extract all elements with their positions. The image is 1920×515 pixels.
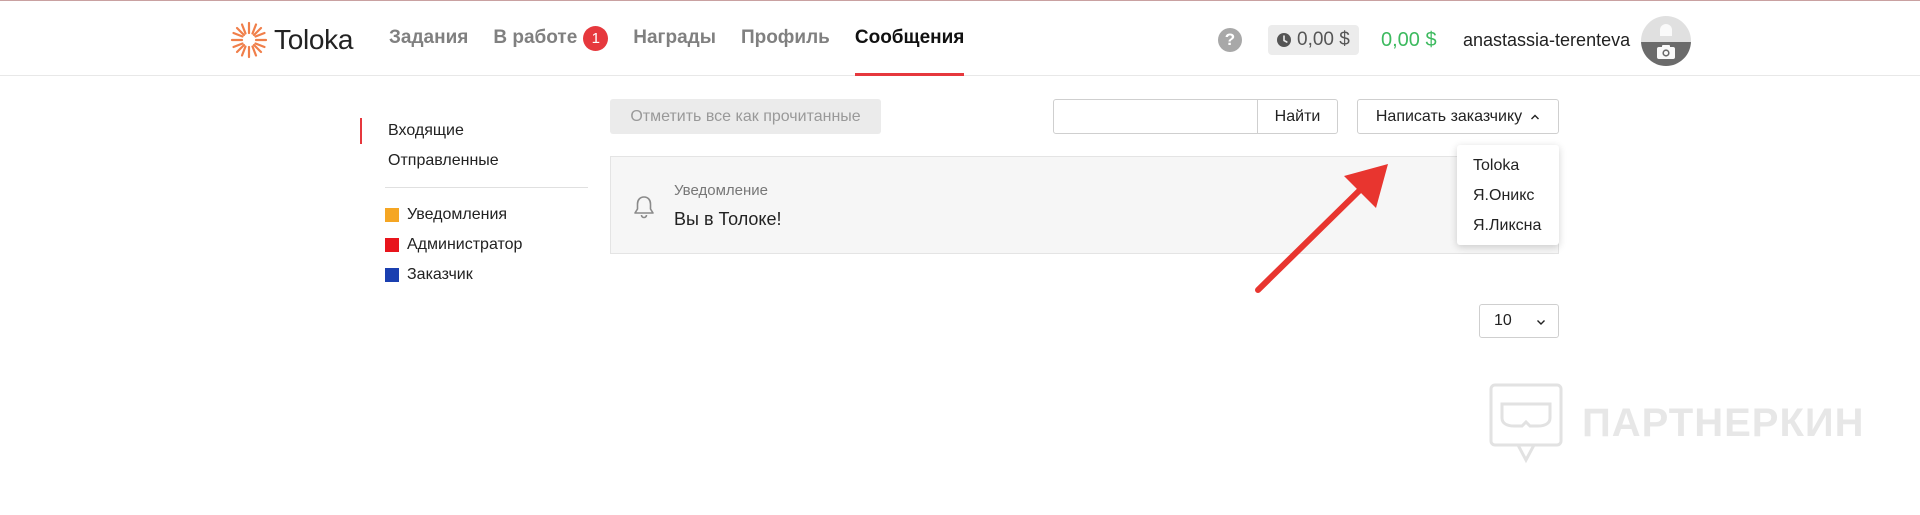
category-color-swatch — [385, 268, 399, 282]
pending-balance[interactable]: 0,00 $ — [1268, 25, 1359, 55]
sidebar-category-administrator[interactable]: Администратор — [360, 230, 588, 260]
sidebar-category-requester[interactable]: Заказчик — [360, 260, 588, 290]
nav-item-profile[interactable]: Профиль — [741, 1, 830, 75]
sidebar-item-label: Отправленные — [388, 152, 499, 169]
mark-all-read-button[interactable]: Отметить все как прочитанные — [610, 99, 881, 134]
help-icon[interactable]: ? — [1218, 28, 1242, 52]
watermark-logo-icon — [1489, 383, 1563, 464]
category-color-swatch — [385, 208, 399, 222]
category-label: Уведомления — [407, 206, 508, 223]
username[interactable]: anastassia-terenteva — [1463, 25, 1630, 55]
watermark: ПАРТНЕРКИН — [1488, 382, 1865, 464]
in-progress-count-badge: 1 — [583, 25, 609, 51]
search-input[interactable] — [1053, 99, 1277, 134]
nav-item-rewards[interactable]: Награды — [633, 1, 716, 75]
chevron-up-icon — [1531, 114, 1540, 119]
camera-icon — [1657, 24, 1675, 59]
message-type: Уведомление — [674, 182, 769, 199]
main-nav: Задания В работе 1 Награды Профиль Сообщ… — [389, 1, 989, 76]
avatar[interactable] — [1641, 16, 1691, 66]
sidebar-category-notifications[interactable]: Уведомления — [360, 200, 588, 230]
category-color-swatch — [385, 238, 399, 252]
message-sidebar: Входящие Отправленные Уведомления Админи… — [360, 116, 588, 290]
watermark-text: ПАРТНЕРКИН — [1582, 400, 1865, 445]
nav-item-label: Сообщения — [854, 27, 965, 48]
page-size-value: 10 — [1494, 312, 1512, 329]
top-header: Toloka Задания В работе 1 Награды Профил… — [0, 1, 1920, 76]
nav-item-messages[interactable]: Сообщения — [854, 1, 965, 76]
dropdown-option-onyx[interactable]: Я.Оникс — [1457, 181, 1559, 211]
write-button-label: Написать заказчику — [1375, 107, 1523, 125]
category-label: Заказчик — [407, 266, 473, 283]
dropdown-option-liksna[interactable]: Я.Ликсна — [1457, 211, 1559, 241]
sidebar-divider — [385, 187, 588, 188]
balance-amount[interactable]: 0,00 $ — [1381, 25, 1437, 55]
nav-item-label: В работе — [493, 27, 578, 48]
nav-item-label: Задания — [389, 27, 469, 48]
logo-text: Toloka — [274, 24, 354, 55]
message-title: Вы в Толоке! — [674, 209, 782, 229]
nav-item-in-progress[interactable]: В работе 1 — [493, 1, 609, 75]
category-label: Администратор — [407, 236, 523, 253]
nav-item-tasks[interactable]: Задания — [389, 1, 468, 75]
nav-item-label: Профиль — [740, 27, 830, 48]
dropdown-option-toloka[interactable]: Toloka — [1457, 151, 1559, 181]
sidebar-item-label: Входящие — [388, 122, 464, 139]
nav-item-label: Награды — [633, 27, 716, 48]
message-item[interactable]: Уведомление Вы в Толоке! — [610, 156, 1559, 254]
search-button[interactable]: Найти — [1257, 99, 1338, 134]
write-to-requester-button[interactable]: Написать заказчику — [1357, 99, 1559, 134]
sidebar-item-inbox[interactable]: Входящие — [360, 116, 588, 146]
chevron-down-icon — [1537, 320, 1545, 325]
logo[interactable]: Toloka — [229, 20, 353, 60]
requester-dropdown: Toloka Я.Оникс Я.Ликсна — [1457, 145, 1559, 245]
sun-logo-icon — [230, 21, 268, 59]
sidebar-item-sent[interactable]: Отправленные — [360, 146, 588, 176]
bell-icon — [634, 196, 654, 219]
pending-amount: 0,00 $ — [1297, 29, 1350, 50]
clock-icon — [1277, 33, 1291, 47]
page-size-select[interactable]: 10 — [1479, 304, 1559, 338]
annotation-arrow-icon — [1255, 164, 1388, 293]
